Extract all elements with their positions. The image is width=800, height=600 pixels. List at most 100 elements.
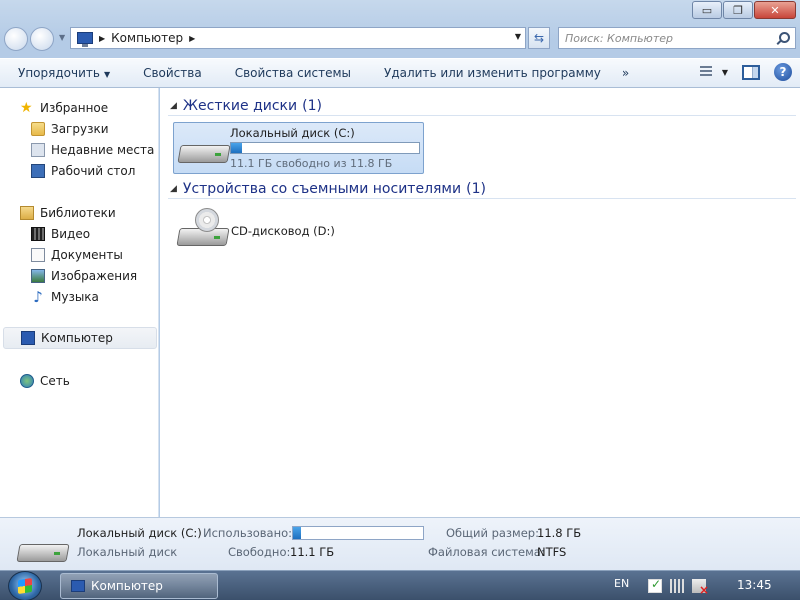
breadcrumb-computer[interactable]: Компьютер: [111, 31, 183, 45]
sidebar-item-label: Документы: [51, 248, 123, 262]
sidebar-item-libraries[interactable]: Библиотеки: [20, 204, 116, 222]
network-status-icon[interactable]: [670, 579, 684, 593]
group-count: (1): [466, 180, 486, 197]
search-box[interactable]: Поиск: Компьютер: [558, 27, 796, 49]
sidebar-item-label: Рабочий стол: [51, 164, 136, 178]
sidebar-item-music[interactable]: ♪ Музыка: [31, 288, 99, 306]
explorer-window: ▭ ❐ ✕ ▼ ▶ Компьютер ▶ ▼ ⇆ Поиск: Компьют…: [0, 0, 800, 570]
more-commands-button[interactable]: »: [616, 66, 635, 80]
command-bar-right: ▼ ?: [698, 63, 792, 81]
sidebar-item-label: Сеть: [40, 374, 70, 388]
organize-label: Упорядочить: [18, 66, 100, 80]
computer-icon: [21, 331, 35, 345]
close-button[interactable]: ✕: [754, 1, 796, 19]
forward-button[interactable]: [30, 27, 54, 51]
details-used-label: Использовано:: [203, 526, 293, 540]
taskbar-item-label: Компьютер: [91, 579, 163, 593]
sidebar-item-video[interactable]: Видео: [31, 225, 90, 243]
sidebar-item-label: Недавние места: [51, 143, 155, 157]
breadcrumb-chevron-icon[interactable]: ▶: [189, 34, 195, 43]
network-icon: [20, 374, 34, 388]
sidebar-item-downloads[interactable]: Загрузки: [31, 120, 109, 138]
maximize-button[interactable]: ❐: [723, 1, 753, 19]
details-pane: Локальный диск (C:) Локальный диск Испол…: [0, 517, 800, 570]
sidebar-item-recent-places[interactable]: Недавние места: [31, 141, 154, 159]
uninstall-program-button[interactable]: Удалить или изменить программу: [366, 66, 616, 80]
change-view-icon[interactable]: [698, 64, 718, 80]
close-icon: ✕: [770, 3, 780, 17]
drive-c-usage-fill: [231, 143, 243, 153]
details-usage-bar: [292, 526, 424, 540]
content-pane: ◢ Жесткие диски (1) Локальный диск (C:) …: [160, 88, 800, 517]
hard-drive-icon: [177, 135, 231, 165]
minimize-button[interactable]: ▭: [692, 1, 722, 19]
properties-button[interactable]: Свойства: [125, 66, 217, 80]
sidebar-item-label: Библиотеки: [40, 206, 116, 220]
collapse-triangle-icon[interactable]: ◢: [170, 184, 177, 194]
sidebar-item-documents[interactable]: Документы: [31, 246, 123, 264]
drive-c-usage-bar: [230, 142, 420, 154]
start-button[interactable]: [8, 571, 42, 600]
collapse-triangle-icon[interactable]: ◢: [170, 101, 177, 111]
clock[interactable]: 13:45: [737, 578, 772, 592]
drive-d-tile[interactable]: CD-дисковод (D:): [173, 208, 424, 258]
system-tray: [648, 577, 709, 597]
sidebar-item-label: Видео: [51, 227, 91, 241]
address-dropdown-icon[interactable]: ▼: [515, 32, 521, 41]
maximize-icon: ❐: [733, 3, 743, 17]
details-total-value: 11.8 ГБ: [537, 526, 582, 540]
group-title: Устройства со съемными носителями: [182, 180, 462, 197]
details-drive-type: Локальный диск: [77, 545, 178, 559]
details-usage-fill: [293, 527, 301, 539]
recent-pages-dropdown[interactable]: ▼: [59, 33, 65, 42]
sidebar-item-label: Загрузки: [51, 122, 109, 136]
view-options-dropdown-icon[interactable]: ▼: [722, 68, 728, 77]
sidebar-item-network[interactable]: Сеть: [20, 372, 70, 390]
action-center-icon[interactable]: [648, 577, 662, 593]
chevron-down-icon: ▼: [103, 70, 111, 79]
preview-pane-icon[interactable]: [742, 64, 760, 80]
help-icon[interactable]: ?: [774, 63, 792, 81]
organize-button[interactable]: Упорядочить ▼: [0, 66, 125, 80]
sidebar-item-favorites[interactable]: ★ Избранное: [20, 99, 108, 117]
sidebar-item-label: Изображения: [51, 269, 138, 283]
group-title: Жесткие диски: [182, 97, 298, 114]
group-count: (1): [302, 97, 322, 114]
search-icon[interactable]: [777, 32, 790, 44]
sidebar-item-desktop[interactable]: Рабочий стол: [31, 162, 135, 180]
volume-muted-icon[interactable]: [692, 579, 709, 597]
refresh-icon: ⇆: [533, 31, 545, 45]
details-free-label: Свободно:: [228, 545, 291, 559]
mouse-cursor-icon: [710, 100, 719, 114]
details-drive-name: Локальный диск (C:): [77, 526, 202, 540]
details-fs-value: NTFS: [537, 545, 567, 559]
search-input[interactable]: Поиск: Компьютер: [565, 32, 673, 45]
refresh-button[interactable]: ⇆: [528, 27, 550, 49]
libraries-icon: [20, 206, 34, 220]
drive-c-tile[interactable]: Локальный диск (C:) 11.1 ГБ свободно из …: [173, 122, 424, 174]
computer-icon: [71, 580, 85, 592]
images-icon: [31, 269, 45, 283]
sidebar-item-label: Избранное: [40, 101, 109, 115]
details-free-value: 11.1 ГБ: [290, 545, 335, 559]
language-indicator[interactable]: EN: [614, 577, 629, 590]
hard-drive-icon: [16, 534, 70, 564]
drive-c-free-space: 11.1 ГБ свободно из 11.8 ГБ: [230, 157, 393, 170]
documents-icon: [31, 248, 45, 262]
sidebar-item-label: Компьютер: [41, 331, 113, 345]
breadcrumb-chevron-icon[interactable]: ▶: [99, 34, 105, 43]
star-icon: ★: [20, 100, 33, 116]
sidebar-item-computer[interactable]: Компьютер: [3, 327, 157, 349]
group-header-hard-drives[interactable]: ◢ Жесткие диски (1): [168, 96, 796, 116]
drive-d-name: CD-дисковод (D:): [231, 224, 335, 238]
taskbar: Компьютер EN 13:45: [0, 570, 800, 600]
address-bar[interactable]: ▶ Компьютер ▶ ▼: [70, 27, 526, 49]
sidebar-item-images[interactable]: Изображения: [31, 267, 137, 285]
group-header-removable[interactable]: ◢ Устройства со съемными носителями (1): [168, 179, 796, 199]
navigation-bar: ▼ ▶ Компьютер ▶ ▼ ⇆ Поиск: Компьютер: [0, 24, 800, 54]
music-icon: ♪: [33, 288, 43, 306]
back-button[interactable]: [4, 27, 28, 51]
details-fs-label: Файловая система:: [428, 545, 545, 559]
system-properties-button[interactable]: Свойства системы: [217, 66, 366, 80]
taskbar-item-computer[interactable]: Компьютер: [60, 573, 218, 599]
